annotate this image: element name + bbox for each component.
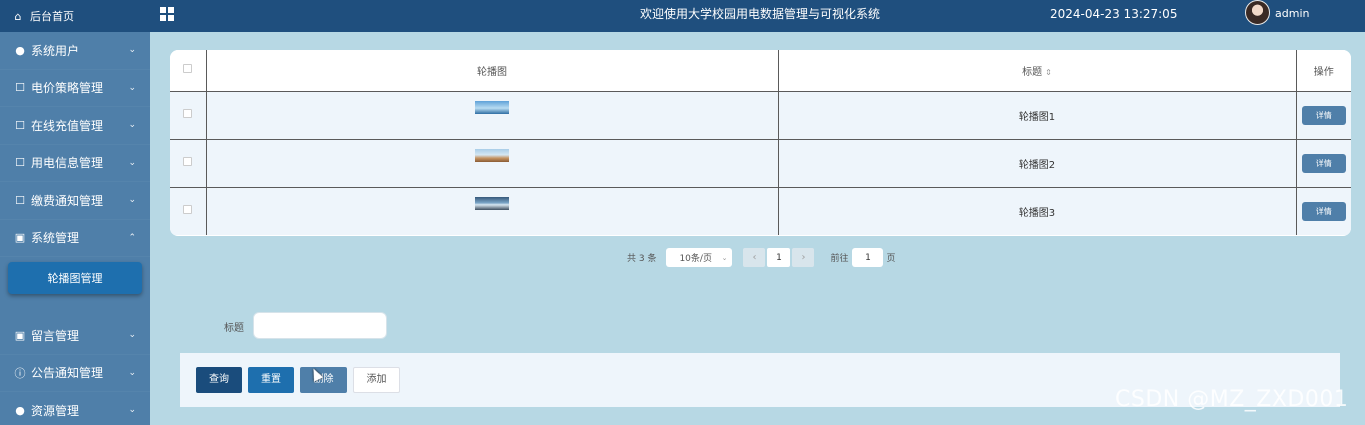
table-row: 轮播图3 详情: [170, 186, 1351, 235]
chevron-down-icon: ⌄: [128, 195, 136, 206]
column-header-actions: 操作: [1296, 50, 1351, 92]
sidebar-item-label: 留言管理: [31, 328, 80, 343]
sidebar-subitem-carousel[interactable]: 轮播图管理: [8, 262, 142, 294]
detail-button[interactable]: 详情: [1301, 153, 1346, 173]
image-icon: ▣: [14, 328, 26, 342]
column-header-title-label: 标题: [1022, 66, 1043, 78]
carousel-table: 轮播图 标题 ⇕ 操作 轮播图1 详情 轮播图2 详情 轮播图3 详情: [170, 50, 1351, 236]
chevron-down-icon: ⌄: [128, 405, 136, 416]
delete-button[interactable]: 删除: [300, 367, 347, 393]
carousel-thumbnail[interactable]: [475, 197, 509, 211]
chevron-down-icon: ⌄: [721, 253, 728, 262]
sidebar-item-label: 用电信息管理: [31, 156, 104, 171]
chevron-down-icon: ⌄: [128, 82, 136, 93]
header-datetime: 2024-04-23 13:27:05: [1050, 7, 1178, 21]
carousel-thumbnail[interactable]: [475, 149, 509, 162]
prev-page-button[interactable]: ‹: [743, 248, 766, 267]
sidebar-submenu: 轮播图管理: [0, 257, 150, 317]
clipboard-icon: ☐: [15, 156, 25, 170]
sidebar-item-price-strategy[interactable]: ☐ 电价策略管理 ⌄: [0, 70, 150, 107]
row-title: 轮播图3: [778, 186, 1297, 235]
sidebar-item-electricity-info[interactable]: ☐ 用电信息管理 ⌄: [0, 145, 150, 182]
sidebar-item-system-users[interactable]: ● 系统用户 ⌄: [0, 32, 150, 70]
table-row: 轮播图2 详情: [170, 138, 1351, 187]
page-size-select[interactable]: 10条/页 ⌄: [666, 248, 733, 267]
sidebar-item-resources[interactable]: ● 资源管理 ⌄: [0, 392, 150, 425]
chevron-down-icon: ⌄: [128, 45, 136, 56]
pagination-total: 共 3 条: [627, 254, 657, 264]
column-header-image: 轮播图: [206, 50, 779, 92]
chevron-down-icon: ⌄: [128, 120, 136, 131]
row-checkbox[interactable]: [183, 205, 193, 215]
column-header-title[interactable]: 标题 ⇕: [778, 50, 1297, 92]
header-username[interactable]: admin: [1275, 0, 1309, 28]
clipboard-icon: ☐: [15, 193, 25, 207]
home-icon: ⌂: [14, 9, 22, 23]
sort-icon[interactable]: ⇕: [1045, 68, 1052, 77]
sidebar-home[interactable]: ⌂ 后台首页: [0, 0, 150, 32]
chevron-down-icon: ⌄: [128, 157, 136, 168]
sidebar-item-label: 在线充值管理: [31, 118, 104, 133]
row-title: 轮播图1: [778, 91, 1297, 139]
avatar[interactable]: [1245, 0, 1270, 25]
info-icon: ⓘ: [14, 366, 26, 380]
row-checkbox[interactable]: [183, 157, 193, 166]
chevron-up-icon: ⌃: [128, 232, 136, 243]
sidebar-item-label: 电价策略管理: [31, 81, 104, 96]
sidebar-item-announcements[interactable]: ⓘ 公告通知管理 ⌄: [0, 355, 150, 392]
page-size-value: 10条/页: [679, 254, 712, 264]
sidebar-item-label: 资源管理: [31, 403, 80, 418]
goto-page-input[interactable]: 1: [852, 248, 884, 267]
top-header: 欢迎使用大学校园用电数据管理与可视化系统 2024-04-23 13:27:05…: [150, 0, 1365, 32]
clipboard-icon: ☐: [15, 118, 25, 132]
title-search-input[interactable]: [253, 312, 387, 339]
sidebar-item-label: 公告通知管理: [31, 366, 104, 381]
chevron-down-icon: ⌄: [128, 330, 136, 341]
chevron-down-icon: ⌄: [128, 367, 136, 378]
sidebar-item-online-recharge[interactable]: ☐ 在线充值管理 ⌄: [0, 107, 150, 145]
row-title: 轮播图2: [778, 138, 1297, 187]
add-button[interactable]: 添加: [353, 367, 400, 393]
user-icon: ●: [15, 43, 25, 57]
page-number[interactable]: 1: [767, 248, 791, 267]
reset-button[interactable]: 重置: [248, 367, 294, 393]
sidebar-item-messages[interactable]: ▣ 留言管理 ⌄: [0, 317, 150, 355]
title-search-label: 标题: [224, 323, 244, 334]
pagination: 共 3 条 10条/页 ⌄ ‹ 1 › 前往 1 页: [627, 248, 895, 267]
select-all-checkbox[interactable]: [183, 64, 193, 74]
sidebar-item-label: 系统管理: [31, 231, 80, 246]
image-icon: ▣: [14, 231, 26, 245]
carousel-thumbnail[interactable]: [475, 101, 509, 114]
clipboard-icon: ☐: [15, 81, 25, 95]
chevron-right-icon: ›: [801, 252, 806, 263]
next-page-button[interactable]: ›: [792, 248, 815, 267]
location-icon: ●: [15, 403, 25, 417]
sidebar-home-label: 后台首页: [30, 10, 74, 23]
system-title: 欢迎使用大学校园用电数据管理与可视化系统: [639, 7, 880, 21]
sidebar-item-payment-notice[interactable]: ☐ 缴费通知管理 ⌄: [0, 182, 150, 220]
detail-button[interactable]: 详情: [1301, 105, 1346, 125]
query-button[interactable]: 查询: [196, 367, 242, 393]
sidebar-item-label: 系统用户: [31, 43, 80, 58]
chevron-left-icon: ‹: [752, 252, 757, 263]
sidebar-item-label: 缴费通知管理: [31, 193, 104, 208]
watermark: CSDN @MZ_ZXD001: [1115, 387, 1349, 412]
detail-button[interactable]: 详情: [1301, 201, 1346, 221]
sidebar: ⌂ 后台首页 ● 系统用户 ⌄ ☐ 电价策略管理 ⌄ ☐ 在线充值管理 ⌄ ☐ …: [0, 0, 150, 425]
goto-suffix: 页: [886, 254, 896, 264]
goto-prefix: 前往: [830, 254, 849, 264]
row-checkbox[interactable]: [183, 109, 193, 118]
sidebar-item-system-management[interactable]: ▣ 系统管理 ⌃: [0, 220, 150, 257]
table-header-row: 轮播图 标题 ⇕ 操作: [170, 50, 1351, 92]
table-row: 轮播图1 详情: [170, 91, 1351, 139]
